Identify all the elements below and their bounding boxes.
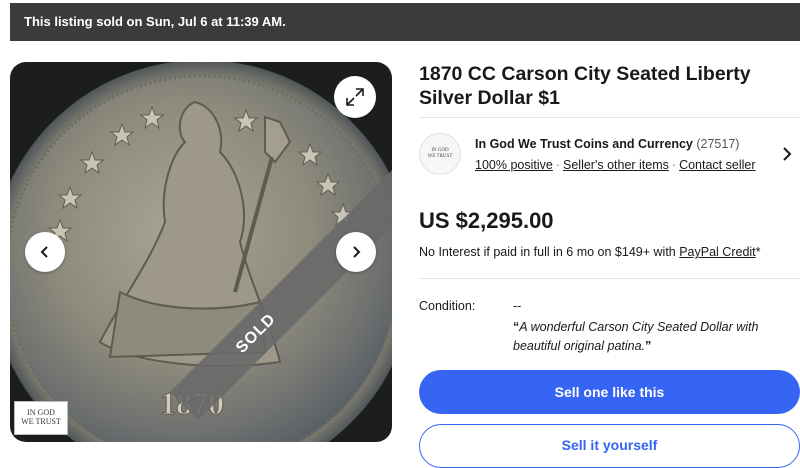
item-title: 1870 CC Carson City Seated Liberty Silve… (419, 63, 751, 109)
sell-it-yourself-button[interactable]: Sell it yourself (419, 424, 800, 468)
paypal-credit-link[interactable]: PayPal Credit (679, 245, 755, 259)
seller-name-row[interactable]: In God We Trust Coins and Currency (2751… (475, 137, 739, 151)
expand-button[interactable] (334, 76, 376, 118)
financing-text: No Interest if paid in full in 6 mo on $… (419, 245, 761, 259)
seller-card[interactable]: IN GOD WE TRUST In God We Trust Coins an… (419, 133, 800, 179)
sell-it-yourself-label: Sell it yourself (561, 437, 658, 453)
seller-notes: “A wonderful Carson City Seated Dollar w… (513, 318, 783, 356)
separator-dot: · (555, 158, 560, 172)
seller-feedback-count: (27517) (696, 137, 740, 151)
financing-prefix: No Interest if paid in full in 6 mo on $… (419, 245, 680, 259)
divider (419, 278, 800, 279)
positive-feedback-link[interactable]: 100% positive (475, 158, 553, 172)
sold-banner: This listing sold on Sun, Jul 6 at 11:39… (10, 3, 800, 41)
sell-one-like-this-label: Sell one like this (554, 384, 665, 400)
watermark-logo: IN GOD WE TRUST (14, 401, 68, 435)
watermark-line-1: IN GOD (27, 408, 55, 417)
condition-label: Condition: (419, 299, 476, 313)
chevron-right-icon[interactable] (781, 146, 793, 162)
financing-suffix: * (755, 245, 761, 259)
contact-seller-link[interactable]: Contact seller (679, 158, 755, 172)
image-gallery[interactable]: 1870 IN GOD WE TRUST SOLD (10, 62, 392, 442)
seller-name[interactable]: In God We Trust Coins and Currency (475, 137, 693, 151)
sell-one-like-this-button[interactable]: Sell one like this (419, 370, 800, 414)
seller-links: 100% positive · Seller's other items · Conta… (475, 158, 756, 172)
next-image-button[interactable] (336, 232, 376, 272)
quote-close: ” (645, 339, 652, 353)
divider (419, 117, 800, 118)
seller-logo-line-2: WE TRUST (427, 154, 453, 159)
expand-icon (346, 88, 364, 106)
condition-value: -- (513, 299, 522, 313)
separator-dot: · (671, 158, 677, 172)
previous-image-button[interactable] (25, 232, 65, 272)
seller-notes-text: A wonderful Carson City Seated Dollar wi… (513, 320, 759, 353)
watermark-line-2: WE TRUST (21, 417, 61, 426)
chevron-right-icon (353, 246, 361, 258)
seller-logo[interactable]: IN GOD WE TRUST (419, 133, 461, 175)
chevron-left-icon (40, 246, 48, 258)
sold-banner-text: This listing sold on Sun, Jul 6 at 11:39… (24, 14, 286, 29)
seller-other-items-link[interactable]: Seller's other items (563, 158, 669, 172)
item-price: US $2,295.00 (419, 208, 554, 233)
